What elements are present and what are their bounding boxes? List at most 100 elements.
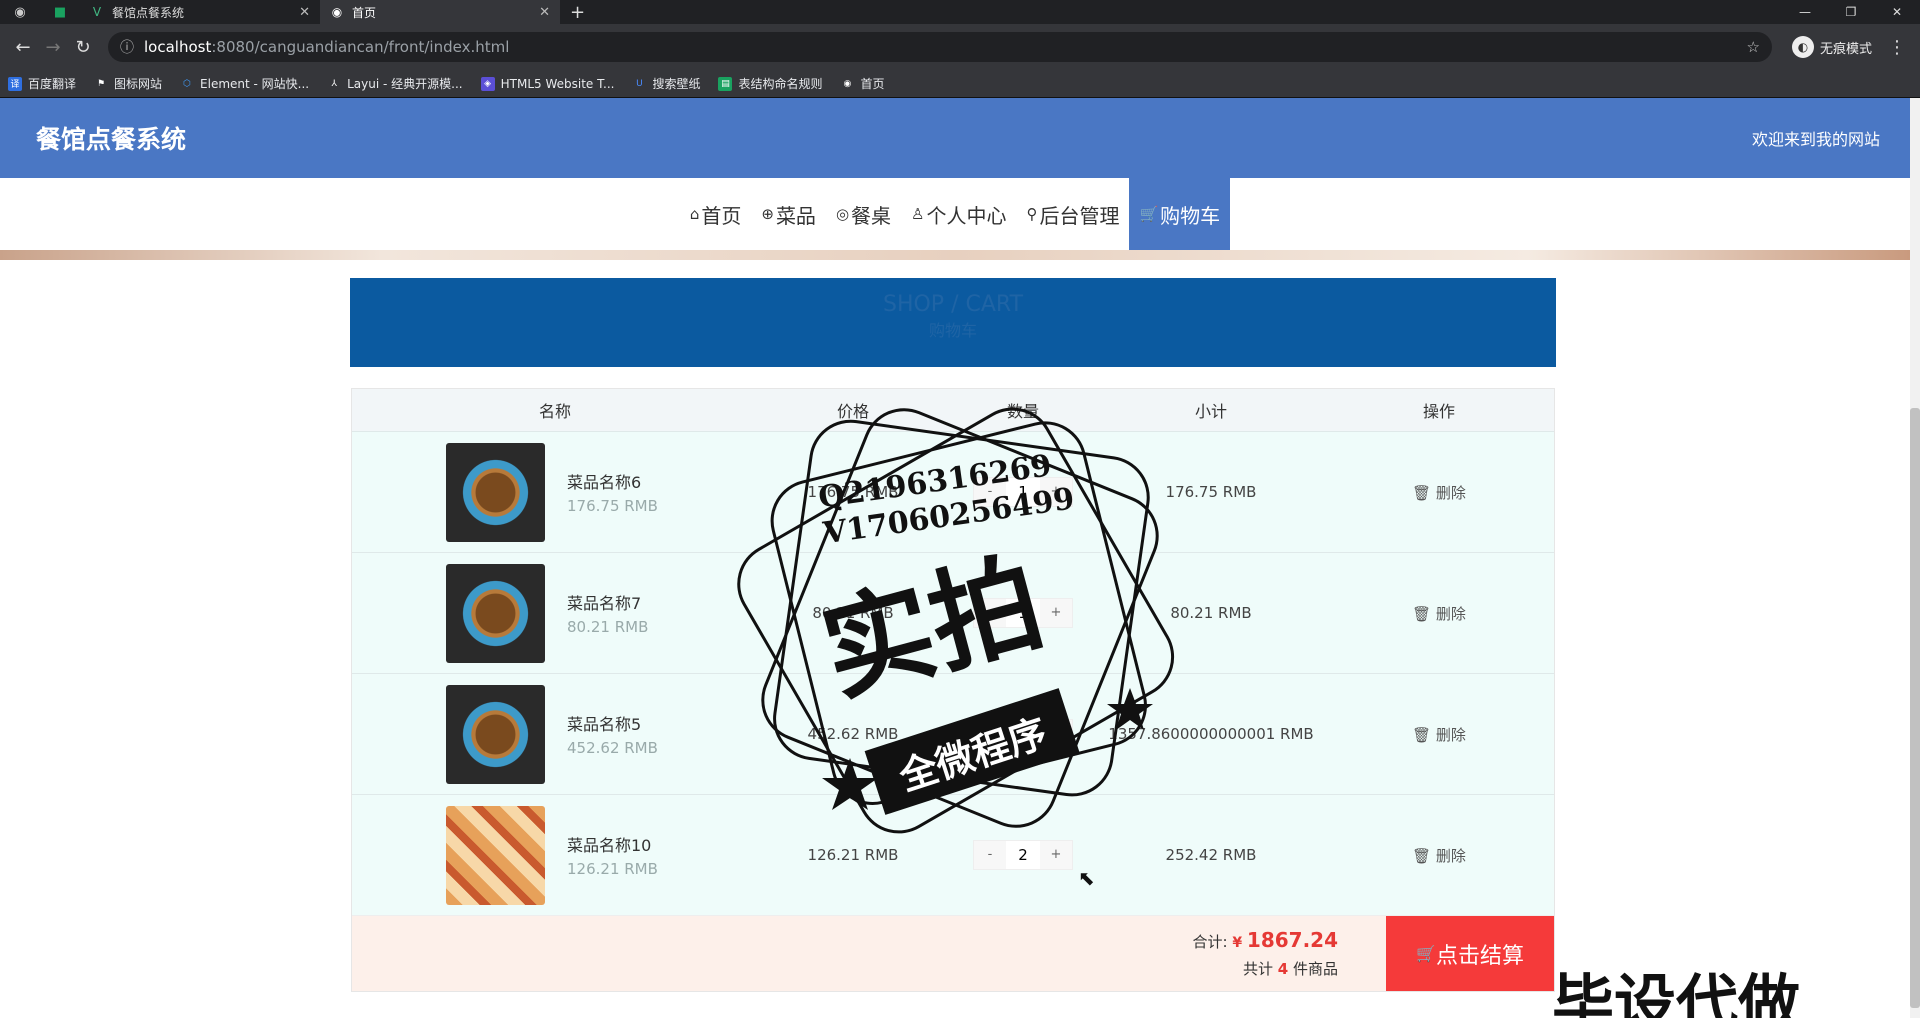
table-row: 菜品名称5452.62 RMB 452.62 RMB -+ 1357.86000… — [352, 673, 1554, 794]
nav-item-home[interactable]: ⌂ 首页 — [680, 178, 752, 250]
price-cell: 176.75 RMB — [807, 483, 899, 501]
url-host: localhost — [144, 38, 212, 56]
reload-icon[interactable]: ↻ — [68, 37, 98, 58]
product-image[interactable] — [446, 442, 545, 542]
site-header: 餐馆点餐系统 欢迎来到我的网站 — [0, 98, 1910, 178]
bookmark-item[interactable]: 译百度翻译 — [8, 75, 76, 92]
bookmark-item[interactable]: ⅄ Layui - 经典开源模... — [327, 75, 462, 92]
nav-item-dishes[interactable]: ⊕ 菜品 — [751, 178, 826, 250]
decorative-strip — [0, 250, 1910, 260]
quantity-stepper: -+ — [973, 840, 1073, 870]
decrement-button[interactable]: - — [974, 478, 1006, 506]
column-header: 名称 — [538, 402, 571, 421]
cart-table: 名称 价格 数量 小计 操作 菜品名称6 176.75 RMB 176.75 RM… — [351, 388, 1555, 992]
table-row: 菜品名称10126.21 RMB 126.21 RMB -+ 252.42 RM… — [352, 794, 1554, 915]
product-image[interactable] — [446, 805, 545, 905]
table-row: 菜品名称6176.75 RMB 176.75 RMB -+ 176.75 RMB… — [352, 431, 1554, 552]
wallpaper-icon: U — [636, 78, 643, 89]
delete-button[interactable]: 🗑 删除 — [1412, 847, 1466, 865]
bookmark-item[interactable]: ▤ 表结构命名规则 — [718, 75, 822, 92]
home-icon: ⌂ — [689, 205, 700, 223]
product-image[interactable] — [446, 563, 545, 663]
page-banner: SHOP / CART 购物车 — [350, 278, 1556, 367]
decrement-button[interactable]: - — [974, 720, 1006, 748]
count-prefix: 共计 — [1242, 960, 1273, 978]
increment-button[interactable]: + — [1040, 599, 1072, 627]
forward-icon[interactable]: → — [38, 37, 68, 58]
delete-button[interactable]: 🗑 删除 — [1412, 484, 1466, 502]
close-icon[interactable]: ✕ — [539, 5, 550, 20]
quantity-input[interactable] — [1006, 720, 1040, 748]
incognito-indicator[interactable]: ◐ 无痕模式 — [1791, 36, 1872, 58]
bookmark-label: 表结构命名规则 — [738, 77, 823, 91]
delete-button[interactable]: 🗑 删除 — [1412, 605, 1466, 623]
menu-dots-icon[interactable]: ⋮ — [1882, 37, 1912, 58]
globe-icon: ◉ — [331, 5, 343, 19]
total-label: 合计: — [1192, 933, 1228, 951]
browser-tab-2[interactable]: ◉ 首页 ✕ — [320, 0, 560, 24]
bookmark-item[interactable]: U 搜索壁纸 — [632, 75, 700, 92]
nav-item-profile[interactable]: ♙ 个人中心 — [901, 178, 1016, 250]
quantity-stepper: -+ — [973, 477, 1073, 507]
product-price-sub: 126.21 RMB — [567, 860, 658, 878]
product-cell: 菜品名称7 80.21 RMB — [352, 563, 758, 663]
product-cell: 菜品名称6 176.75 RMB — [352, 442, 758, 542]
nav-item-cart[interactable]: 🛒 购物车 — [1129, 178, 1231, 250]
delete-label: 删除 — [1435, 846, 1466, 865]
increment-button[interactable]: + — [1040, 478, 1072, 506]
close-icon[interactable]: ✕ — [299, 5, 310, 20]
quantity-input[interactable] — [1006, 841, 1040, 869]
column-header: 操作 — [1422, 402, 1455, 421]
product-cell: 菜品名称10 126.21 RMB — [352, 805, 758, 905]
url-input[interactable]: ⓘ localhost:8080/canguandiancan/front/in… — [108, 32, 1772, 62]
nav-item-admin[interactable]: ⚲ 后台管理 — [1016, 178, 1129, 250]
product-name: 菜品名称10 — [567, 836, 652, 855]
bookmark-item[interactable]: ◉ 首页 — [840, 75, 885, 92]
checkout-button[interactable]: 🛒 点击结算 — [1386, 916, 1554, 991]
address-bar-row: ← → ↻ ⓘ localhost:8080/canguandiancan/fr… — [0, 24, 1920, 70]
cart-table-header: 名称 价格 数量 小计 操作 — [352, 389, 1554, 431]
cart-summary: 合计: ¥ 1867.24 共计 4 件商品 — [1193, 916, 1386, 991]
star-icon[interactable]: ☆ — [1747, 38, 1760, 56]
banner-title-cn: 购物车 — [928, 321, 977, 340]
count-suffix: 件商品 — [1292, 960, 1338, 978]
element-icon: ⬡ — [183, 78, 191, 89]
bookmark-item[interactable]: ⚑ 图标网站 — [94, 75, 162, 92]
sheet-tab-icon[interactable]: ■ — [40, 0, 80, 24]
scrollbar-thumb[interactable] — [1910, 408, 1920, 1008]
increment-button[interactable]: + — [1040, 720, 1072, 748]
main-nav: ⌂ 首页 ⊕ 菜品 ◎ 餐桌 ♙ 个人中心 ⚲ 后台管理 🛒 购物车 — [0, 178, 1910, 250]
product-image[interactable] — [446, 684, 545, 784]
bookmark-label: 百度翻译 — [28, 77, 77, 91]
subtotal-cell: 176.75 RMB — [1165, 483, 1257, 501]
restore-icon[interactable]: ❐ — [1828, 0, 1874, 24]
bookmark-label: 首页 — [860, 77, 885, 91]
banner-title-en: SHOP / CART — [882, 292, 1024, 317]
product-name: 菜品名称5 — [567, 715, 642, 734]
decrement-button[interactable]: - — [974, 599, 1006, 627]
html5-icon: ◈ — [480, 76, 495, 91]
globe-icon[interactable]: ◉ — [0, 0, 40, 24]
delete-button[interactable]: 🗑 删除 — [1412, 726, 1466, 744]
close-window-icon[interactable]: ✕ — [1874, 0, 1920, 24]
bookmark-item[interactable]: ◈ HTML5 Website T... — [480, 76, 614, 91]
product-name: 菜品名称6 — [567, 473, 642, 492]
back-icon[interactable]: ← — [8, 37, 38, 58]
info-icon[interactable]: ⓘ — [120, 37, 134, 57]
page-scrollbar[interactable] — [1910, 98, 1920, 1018]
site-logo[interactable]: 餐馆点餐系统 — [36, 120, 186, 156]
minimize-icon[interactable]: — — [1782, 0, 1828, 24]
column-header: 价格 — [836, 402, 869, 421]
subtotal-cell: 1357.8600000000001 RMB — [1108, 725, 1314, 743]
quantity-input[interactable] — [1006, 599, 1040, 627]
nav-item-tables[interactable]: ◎ 餐桌 — [826, 178, 901, 250]
bookmark-item[interactable]: ⬡ Element - 网站快... — [180, 75, 309, 92]
mouse-cursor-icon: ⬉ — [1078, 866, 1095, 890]
quantity-cell: -+ — [948, 598, 1098, 628]
browser-tab-1[interactable]: V 餐馆点餐系统 ✕ — [80, 0, 320, 24]
quantity-input[interactable] — [1006, 478, 1040, 506]
increment-button[interactable]: + — [1040, 841, 1072, 869]
decrement-button[interactable]: - — [974, 841, 1006, 869]
window-controls: — ❐ ✕ — [1782, 0, 1920, 24]
new-tab-icon[interactable]: + — [570, 2, 585, 23]
